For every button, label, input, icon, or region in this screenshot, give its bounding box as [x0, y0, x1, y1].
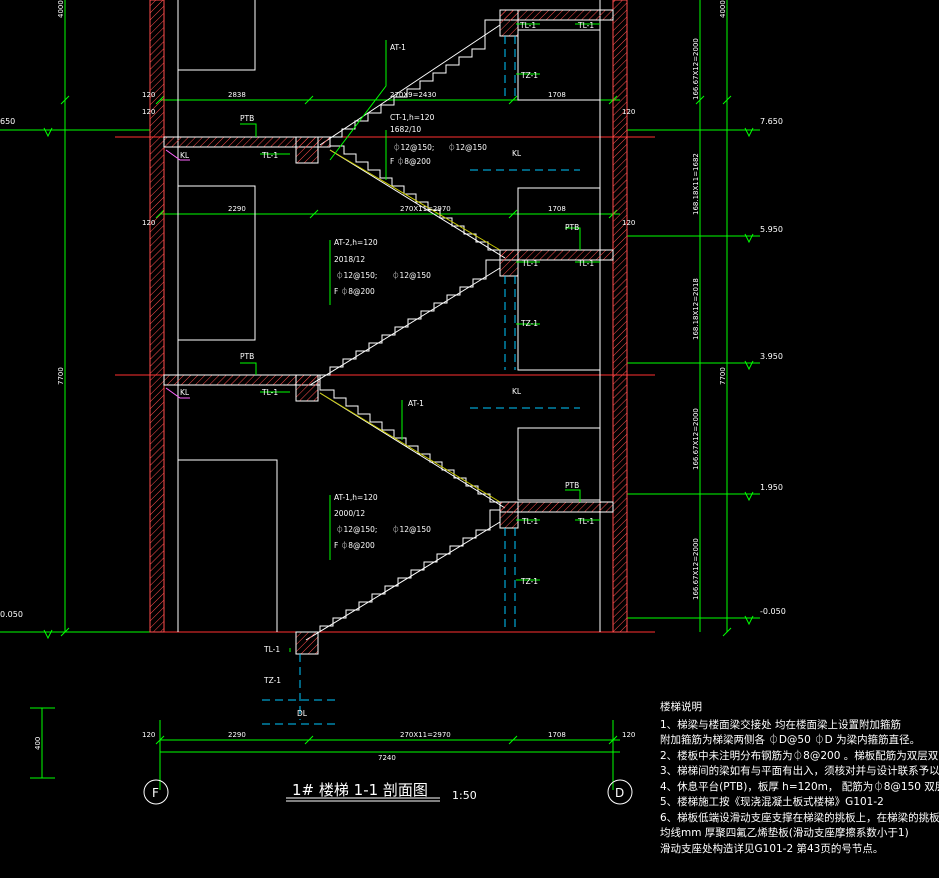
label-at2-r1: ⏀12@150;	[336, 270, 377, 280]
label-ct1-f: F ⏀8@200	[390, 156, 431, 166]
label-tl1-e: TL-1	[577, 259, 594, 268]
note-line-5: 4、休息平台(PTB)，板厚 h=120m， 配筋为⏀8@150 双层双	[660, 780, 939, 793]
dim-bot-4: 120	[622, 731, 635, 739]
elev-3950: 3.950	[760, 352, 783, 361]
label-tl1-d: TL-1	[521, 259, 538, 268]
label-tz1-b: TZ-1	[520, 319, 538, 328]
vdim-right-total: 7700	[719, 367, 727, 385]
vdim-seg4: 166.67X12=2000	[692, 408, 700, 470]
axis-f: F	[152, 786, 159, 800]
note-line-4: 3、梯梯间的梁如有与平面有出入，须核对并与设计联系予以解决。	[660, 765, 939, 777]
dim-bot-1: 2290	[228, 731, 246, 739]
vdim-left-top: 4000	[57, 0, 65, 18]
dimension-lines	[0, 0, 760, 790]
label-ptb-b: PTB	[565, 223, 579, 232]
label-kl-c: KL	[180, 388, 190, 397]
label-at1-top: AT-1	[390, 43, 406, 52]
elevation-texts: 7.650 5.950 3.950 1.950 -0.050 650 0.050	[0, 117, 786, 619]
label-at1-s: 2000/12	[334, 509, 365, 518]
note-line-3: 2、楼板中未注明分布钢筋为⏀8@200 。梯板配筋为双层双向。	[660, 749, 939, 762]
dim-row2-4: 120	[622, 219, 635, 227]
drawing-title: 1# 楼梯 1-1 剖面图	[292, 781, 428, 799]
label-tz1-c: TZ-1	[520, 577, 538, 586]
label-kl-a: KL	[180, 151, 190, 160]
vdim-left-total: 7700	[57, 367, 65, 385]
dim-row2-1: 2290	[228, 205, 246, 213]
vdim-seg1: 166.67X12=2000	[692, 38, 700, 100]
label-at1-f: F ⏀8@200	[334, 540, 375, 550]
dim-row1-4: 120	[622, 108, 635, 116]
label-ct1-h: CT-1,h=120	[390, 113, 435, 122]
label-kl-b: KL	[512, 149, 522, 158]
dim-row1-3: 1708	[548, 91, 566, 99]
label-at2-f: F ⏀8@200	[334, 286, 375, 296]
dim-row2-0: 120	[142, 219, 155, 227]
elev-1950: 1.950	[760, 483, 783, 492]
note-line-9: 滑动支座处构造详见G101-2 第43页的号节点。	[660, 842, 884, 855]
label-at2-s: 2018/12	[334, 255, 365, 264]
label-at1-r1: ⏀12@150;	[336, 524, 377, 534]
label-tl1-f: TL-1	[261, 388, 278, 397]
label-at2-h: AT-2,h=120	[334, 238, 378, 247]
note-line-2: 附加箍筋为梯梁两侧各 ⏀D@50 ⏀D 为梁内箍筋直径。	[660, 733, 939, 749]
dimension-texts: 120 2838 270X9=2430 1708 120 120 2290 27…	[142, 91, 635, 762]
label-at1-h: AT-1,h=120	[334, 493, 378, 502]
dim-row1-0b: 120	[142, 108, 155, 116]
axis-d: D	[615, 786, 624, 800]
label-tl1-i: TL-1	[263, 645, 280, 654]
landings	[163, 9, 614, 655]
label-tl1-b: TL-1	[577, 21, 594, 30]
label-tz1-d: TZ-1	[263, 676, 281, 685]
title-block: F D 1# 楼梯 1-1 剖面图 1:50	[152, 781, 624, 802]
dim-bot-2: 270X11=2970	[400, 731, 451, 739]
drawing-scale: 1:50	[452, 789, 477, 802]
note-line-8: 均线mm 厚聚四氟乙烯垫板(滑动支座摩擦系数小于1)	[660, 827, 909, 839]
label-ptb-c: PTB	[240, 352, 254, 361]
label-ptb-d: PTB	[565, 481, 579, 490]
vdim-right-top: 4000	[719, 0, 727, 18]
note-line-2b: ⏀D 为梁内箍筋直径。	[814, 734, 921, 746]
dim-bot-3: 1708	[548, 731, 566, 739]
label-tl1-g: TL-1	[521, 517, 538, 526]
note-line-2a: 附加箍筋为梯梁两侧各 ⏀D@50	[660, 734, 811, 746]
note-line-1: 1、梯梁与楼面梁交接处 均在楼面梁上设置附加箍筋	[660, 718, 902, 731]
vdim-seg3: 168.18X12=2018	[692, 278, 700, 340]
elev-left-0050: 0.050	[0, 610, 23, 619]
dim-row2-2: 270X11=2970	[400, 205, 451, 213]
label-ptb-a: PTB	[240, 114, 254, 123]
note-line-7: 6、梯板低端设滑动支座支撑在梯梁的挑板上，在梯梁的挑板上	[660, 811, 939, 824]
note-line-6: 5、楼梯施工按《现浇混凝土板式楼梯》G101-2	[660, 796, 884, 808]
label-tz1-a: TZ-1	[520, 71, 538, 80]
label-ct1-s: 1682/10	[390, 125, 421, 134]
vdim-left-small: 400	[34, 737, 42, 750]
label-tl1-c: TL-1	[261, 151, 278, 160]
label-ct1-r2: ⏀12@150	[448, 142, 487, 152]
label-tl1-h: TL-1	[577, 517, 594, 526]
elev-left-650: 650	[0, 117, 15, 126]
label-at1-mid: AT-1	[408, 399, 424, 408]
stair-notes: 楼梯说明 1、梯梁与楼面梁交接处 均在楼面梁上设置附加箍筋 附加箍筋为梯梁两侧各…	[660, 700, 939, 857]
elev-5950: 5.950	[760, 225, 783, 234]
notes-heading: 楼梯说明	[660, 701, 702, 713]
dim-row1-1: 2838	[228, 91, 246, 99]
label-ct1-r1: ⏀12@150;	[393, 142, 434, 152]
vdim-seg2: 168.18X11=1682	[692, 153, 700, 215]
label-at1-r2: ⏀12@150	[392, 524, 431, 534]
vdim-seg5: 166.67X12=2000	[692, 538, 700, 600]
label-kl-d: KL	[512, 387, 522, 396]
label-at2-r2: ⏀12@150	[392, 270, 431, 280]
elev-7650: 7.650	[760, 117, 783, 126]
dim-bot-total: 7240	[378, 754, 396, 762]
dim-bot-0: 120	[142, 731, 155, 739]
dim-row1-2: 270X9=2430	[390, 91, 436, 99]
dim-row1-0: 120	[142, 91, 155, 99]
dim-row2-3: 1708	[548, 205, 566, 213]
label-tl1-a: TL-1	[519, 21, 536, 30]
elev-neg0050: -0.050	[760, 607, 786, 616]
label-dl: DL	[297, 709, 308, 718]
